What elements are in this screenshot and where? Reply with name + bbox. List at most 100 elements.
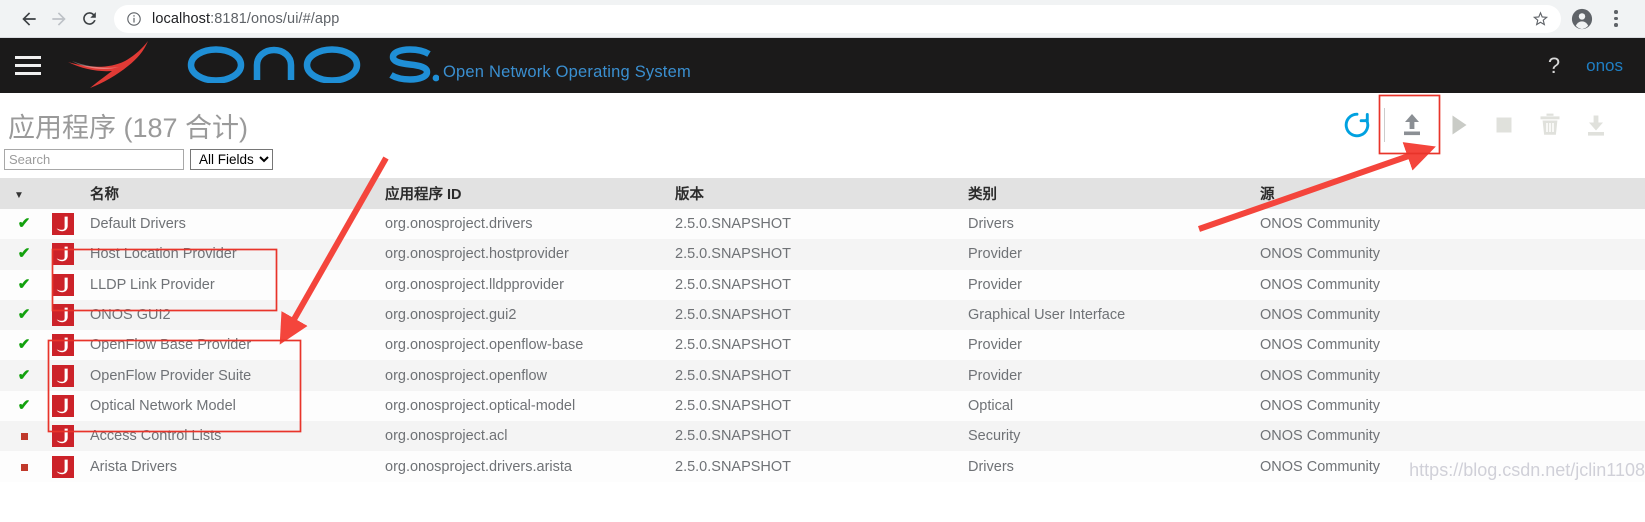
cell-icon [48, 209, 90, 239]
cell-app-id: org.onosproject.acl [385, 428, 508, 445]
cell-app-id: org.onosproject.openflow-base [385, 337, 584, 354]
onos-app-icon [52, 334, 74, 357]
onos-app-icon [52, 304, 74, 327]
watermark-text: https://blog.csdn.net/jclin1108 [1409, 459, 1645, 480]
download-icon[interactable] [1573, 102, 1619, 148]
cell-origin: ONOS Community [1260, 367, 1381, 384]
onos-app-icon [52, 364, 74, 387]
column-header-category[interactable]: 类别 [968, 178, 1260, 209]
address-bar[interactable]: localhost:8181/onos/ui/#/app [114, 4, 1561, 33]
table-body: ✔ Default Drivers org.onosproject.drivers 2… [0, 209, 1645, 482]
trash-icon[interactable] [1527, 102, 1573, 148]
back-button[interactable] [14, 4, 44, 34]
cell-version: 2.5.0.SNAPSHOT [675, 458, 792, 475]
column-header-name[interactable]: 名称 [90, 178, 385, 209]
arrow-left-icon [19, 9, 39, 29]
onos-bird-logo-icon [62, 38, 182, 93]
state-active-check-icon: ✔ [17, 306, 31, 324]
onos-app-icon [52, 425, 74, 448]
cell-icon [48, 451, 90, 481]
table-row[interactable]: ✔ LLDP Link Provider org.onosproject.lldpp… [0, 269, 1645, 300]
state-active-check-icon: ✔ [17, 275, 31, 293]
cell-state: ✔ [0, 391, 48, 421]
state-active-check-icon: ✔ [17, 366, 31, 384]
cell-state: ✔ [0, 300, 48, 330]
cell-state: ✔ [0, 239, 48, 269]
onos-wordmark-icon [184, 43, 440, 88]
cell-app-name: ONOS GUI2 [90, 307, 171, 324]
cell-app-id: org.onosproject.openflow [385, 367, 548, 384]
dots-glyph [1614, 10, 1618, 27]
column-header-state[interactable]: ▼ [0, 178, 48, 209]
cell-version: 2.5.0.SNAPSHOT [675, 397, 792, 414]
search-field-select[interactable]: All Fields [190, 149, 273, 170]
table-row[interactable]: ✔ Default Drivers org.onosproject.drivers 2… [0, 209, 1645, 240]
cell-app-name: Access Control Lists [90, 428, 222, 445]
onos-app-icon [52, 213, 74, 236]
table-row[interactable]: Access Control Lists org.onosproject.acl 2… [0, 421, 1645, 452]
help-icon[interactable]: ? [1548, 54, 1560, 77]
cell-app-id: org.onosproject.drivers.arista [385, 458, 572, 475]
onos-app-icon [52, 455, 74, 478]
onos-brand[interactable]: Open Network Operating System [56, 38, 691, 93]
column-header-app-id[interactable]: 应用程序 ID [385, 178, 675, 209]
stop-icon[interactable] [1481, 102, 1527, 148]
app-action-toolbar [1334, 96, 1627, 154]
user-menu-link[interactable]: onos [1586, 56, 1623, 76]
cell-app-name: Optical Network Model [90, 397, 236, 414]
cell-category: Drivers [968, 458, 1014, 475]
onos-app-icon [52, 394, 74, 417]
table-row[interactable]: ✔ Host Location Provider org.onosproject.h… [0, 239, 1645, 270]
hamburger-menu-icon[interactable] [0, 38, 56, 93]
cell-state: ✔ [0, 330, 48, 360]
profile-avatar-icon[interactable] [1567, 4, 1597, 34]
play-icon[interactable] [1435, 102, 1481, 148]
title-row: 应用程序 (187 合计) [0, 93, 1645, 143]
info-circle-icon[interactable] [126, 11, 142, 27]
page-title: 应用程序 (187 合计) [8, 112, 249, 143]
bookmark-star-icon[interactable] [1524, 10, 1549, 27]
cell-origin: ONOS Community [1260, 276, 1381, 293]
cell-app-id: org.onosproject.drivers [385, 216, 533, 233]
cell-icon [48, 421, 90, 451]
cell-origin: ONOS Community [1260, 216, 1381, 233]
cell-app-id: org.onosproject.lldpprovider [385, 276, 564, 293]
three-dots-menu-icon[interactable] [1601, 4, 1631, 34]
cell-category: Provider [968, 337, 1022, 354]
cell-origin: ONOS Community [1260, 428, 1381, 445]
cell-category: Provider [968, 367, 1022, 384]
reload-button[interactable] [74, 4, 104, 34]
column-header-version[interactable]: 版本 [675, 178, 968, 209]
table-row[interactable]: ✔ Optical Network Model org.onosproject.op… [0, 390, 1645, 422]
refresh-icon[interactable] [1334, 102, 1380, 148]
cell-version: 2.5.0.SNAPSHOT [675, 337, 792, 354]
cell-app-name: LLDP Link Provider [90, 276, 215, 293]
onos-tagline: Open Network Operating System [443, 63, 691, 81]
state-inactive-square-icon [20, 463, 28, 471]
cell-origin: ONOS Community [1260, 337, 1381, 354]
column-header-origin[interactable]: 源 [1260, 178, 1645, 209]
cell-category: Provider [968, 276, 1022, 293]
state-active-check-icon: ✔ [17, 245, 31, 263]
url-host: localhost [152, 10, 211, 27]
forward-button[interactable] [44, 4, 74, 34]
arrow-right-icon [49, 9, 69, 29]
search-input[interactable] [4, 149, 184, 170]
table-row[interactable]: ✔ ONOS GUI2 org.onosproject.gui2 2.5.0.SNAP… [0, 299, 1645, 331]
table-row[interactable]: ✔ OpenFlow Provider Suite org.onosproject.… [0, 360, 1645, 391]
table-row[interactable]: Arista Drivers org.onosproject.drivers.ar… [0, 451, 1645, 482]
cell-app-name: Host Location Provider [90, 246, 237, 263]
cell-state [0, 421, 48, 451]
cell-state: ✔ [0, 270, 48, 300]
upload-icon[interactable] [1389, 102, 1435, 148]
cell-category: Optical [968, 397, 1014, 414]
state-inactive-square-icon [20, 433, 28, 441]
cell-origin: ONOS Community [1260, 397, 1381, 414]
reload-icon [80, 9, 99, 28]
cell-category: Provider [968, 246, 1022, 263]
cell-version: 2.5.0.SNAPSHOT [675, 367, 792, 384]
table-row[interactable]: ✔ OpenFlow Base Provider org.onosproject.o… [0, 330, 1645, 361]
onos-masthead: Open Network Operating System ? onos [0, 38, 1645, 93]
cell-state [0, 451, 48, 481]
cell-origin: ONOS Community [1260, 246, 1381, 263]
